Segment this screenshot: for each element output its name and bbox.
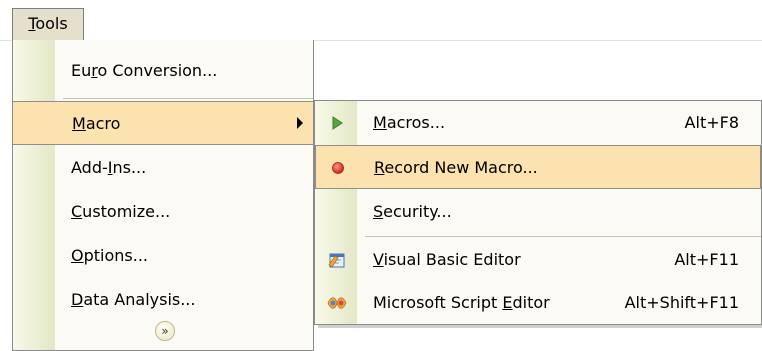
menu-item-microsoft-script-editor[interactable]: Microsoft Script Editor Alt+Shift+F11 — [315, 281, 761, 325]
menu-item-data-analysis[interactable]: Data Analysis... — [13, 278, 313, 322]
menu-item-euro-conversion[interactable]: Euro Conversion... — [13, 49, 313, 93]
play-icon — [332, 116, 343, 130]
menu-item-macros[interactable]: Macros... Alt+F8 — [315, 101, 761, 145]
menu-item-record-new-macro[interactable]: Record New Macro... — [315, 145, 761, 189]
menu-item-macro[interactable]: Macro — [12, 101, 314, 145]
macro-submenu: Macros... Alt+F8 Record New Macro... Sec… — [314, 100, 762, 325]
menu-tools-post: ools — [35, 14, 68, 33]
menu-separator — [365, 236, 761, 237]
menu-item-label: Macro — [72, 114, 121, 133]
menu-item-options[interactable]: Options... — [13, 234, 313, 278]
menu-item-security[interactable]: Security... — [315, 190, 761, 234]
menu-item-shortcut: Alt+Shift+F11 — [624, 293, 739, 312]
menu-item-label: Macros... — [373, 113, 446, 132]
expand-menu-chevron-icon[interactable]: » — [155, 321, 175, 341]
menu-item-label: Security... — [373, 202, 452, 221]
script-editor-icon — [327, 297, 347, 309]
menu-tools[interactable]: Tools — [12, 8, 84, 40]
menu-separator — [63, 98, 313, 99]
submenu-shadow — [318, 325, 762, 328]
visual-basic-icon — [328, 253, 345, 268]
submenu-arrow-icon — [297, 117, 303, 129]
record-icon — [332, 162, 344, 174]
menu-item-add-ins[interactable]: Add-Ins... — [13, 146, 313, 190]
menu-item-customize[interactable]: Customize... — [13, 190, 313, 234]
menu-item-label: Options... — [71, 246, 148, 265]
tools-menu: Euro Conversion... Macro Add-Ins... Cust… — [12, 40, 314, 351]
menu-item-shortcut: Alt+F11 — [674, 250, 739, 269]
menu-item-label: Record New Macro... — [374, 158, 538, 177]
menu-item-label: Add-Ins... — [71, 158, 147, 177]
menu-item-label: Visual Basic Editor — [373, 250, 521, 269]
menu-item-label: Customize... — [71, 202, 171, 221]
menu-bar: Tools — [0, 0, 762, 41]
menu-item-label: Euro Conversion... — [71, 61, 218, 80]
menu-item-label: Microsoft Script Editor — [373, 293, 550, 312]
menu-item-label: Data Analysis... — [71, 290, 196, 309]
menu-item-shortcut: Alt+F8 — [684, 113, 739, 132]
menu-item-visual-basic-editor[interactable]: Visual Basic Editor Alt+F11 — [315, 238, 761, 282]
